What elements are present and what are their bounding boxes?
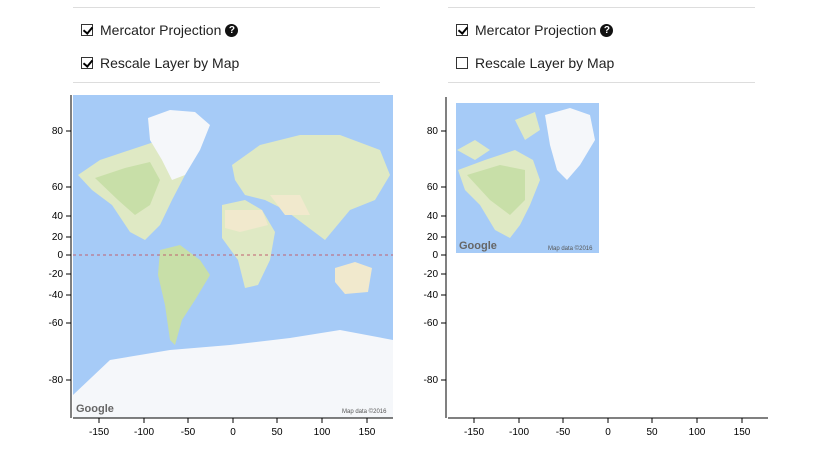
x-tick-label: -50 bbox=[181, 427, 196, 438]
y-tick-label: 60 bbox=[427, 182, 439, 193]
y-tick-label: -80 bbox=[49, 375, 64, 386]
map-credit: Map data ©2016 bbox=[548, 245, 593, 252]
x-tick-label: -100 bbox=[134, 427, 154, 438]
x-tick-label: 150 bbox=[734, 427, 751, 438]
x-ticks: -150 -100 -50 0 50 100 150 bbox=[89, 418, 376, 438]
y-tick-label: 20 bbox=[427, 232, 439, 243]
y-tick-label: -20 bbox=[49, 269, 64, 280]
x-ticks: -150 -100 -50 0 50 100 150 bbox=[464, 418, 751, 438]
y-tick-label: -20 bbox=[424, 269, 439, 280]
x-tick-label: -100 bbox=[509, 427, 529, 438]
y-ticks: 80 60 40 20 0 -20 -40 -60 -80 bbox=[424, 126, 446, 386]
google-logo: Google bbox=[459, 240, 497, 252]
y-tick-label: -40 bbox=[49, 290, 64, 301]
x-tick-label: 100 bbox=[689, 427, 706, 438]
x-tick-label: 50 bbox=[271, 427, 283, 438]
y-tick-label: 80 bbox=[427, 126, 439, 137]
y-tick-label: 60 bbox=[52, 182, 64, 193]
left-panel: Mercator Projection ? Rescale Layer by M… bbox=[0, 0, 393, 450]
y-tick-label: 40 bbox=[52, 211, 64, 222]
x-tick-label: 50 bbox=[646, 427, 658, 438]
y-tick-label: 0 bbox=[57, 250, 63, 261]
map-tile[interactable]: Google Map data ©2016 bbox=[73, 95, 393, 418]
y-tick-label: 0 bbox=[432, 250, 438, 261]
map-tile[interactable]: Google Map data ©2016 bbox=[456, 103, 599, 253]
x-tick-label: 100 bbox=[314, 427, 331, 438]
x-tick-label: -150 bbox=[464, 427, 484, 438]
x-tick-label: 150 bbox=[359, 427, 376, 438]
map-plot[interactable]: Google Map data ©2016 80 60 40 20 0 -20 … bbox=[0, 0, 400, 450]
y-tick-label: 20 bbox=[52, 232, 64, 243]
x-tick-label: -50 bbox=[556, 427, 571, 438]
y-tick-label: -40 bbox=[424, 290, 439, 301]
y-tick-label: -80 bbox=[424, 375, 439, 386]
x-tick-label: 0 bbox=[230, 427, 236, 438]
y-tick-label: 80 bbox=[52, 126, 64, 137]
map-plot[interactable]: Google Map data ©2016 80 60 40 20 0 -20 … bbox=[375, 0, 795, 450]
x-tick-label: 0 bbox=[605, 427, 611, 438]
y-tick-label: -60 bbox=[424, 318, 439, 329]
google-logo: Google bbox=[76, 403, 114, 415]
y-tick-label: 40 bbox=[427, 211, 439, 222]
y-tick-label: -60 bbox=[49, 318, 64, 329]
right-panel: Mercator Projection ? Rescale Layer by M… bbox=[375, 0, 768, 450]
y-ticks: 80 60 40 20 0 -20 -40 -60 -80 bbox=[49, 126, 71, 386]
x-tick-label: -150 bbox=[89, 427, 109, 438]
